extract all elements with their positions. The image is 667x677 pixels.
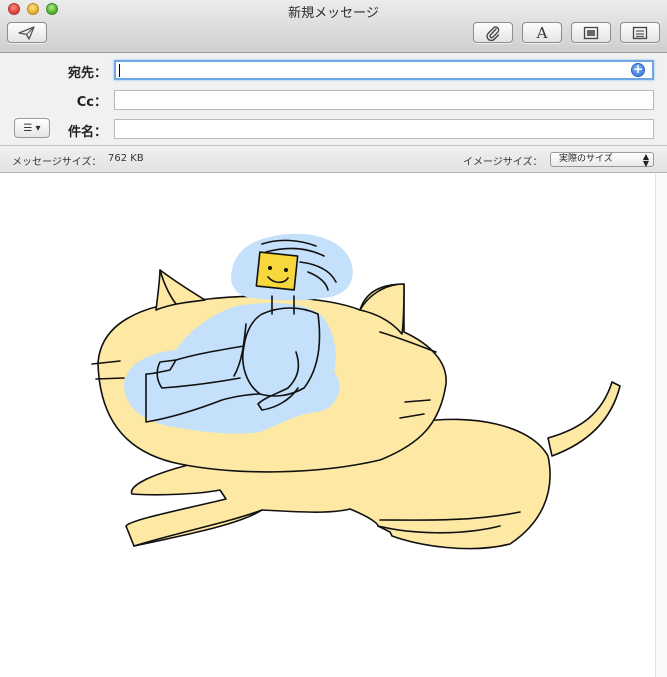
font-icon: A xyxy=(536,23,548,42)
message-header-fields: 宛先： + Cc： ☰ ▾ 件名： xyxy=(0,53,667,145)
message-size-value: 762 KB xyxy=(108,153,144,164)
to-label: 宛先： xyxy=(67,66,107,81)
attached-drawing-image xyxy=(91,233,621,550)
cc-label: Cc： xyxy=(76,95,107,110)
window-titlebar: 新規メッセージ A xyxy=(0,0,667,53)
header-fields-menu-button[interactable]: ☰ ▾ xyxy=(14,118,50,138)
cc-field[interactable] xyxy=(114,90,654,110)
attach-button[interactable] xyxy=(473,22,513,43)
message-body[interactable] xyxy=(0,174,655,677)
text-caret xyxy=(119,64,120,77)
format-bar-icon xyxy=(632,26,648,39)
select-arrows-icon: ▲ ▼ xyxy=(642,152,649,168)
cat-tail xyxy=(547,381,621,457)
figure-head xyxy=(255,251,299,291)
send-icon xyxy=(18,25,35,40)
send-button[interactable] xyxy=(7,22,47,43)
message-size-bar: メッセージサイズ： 762 KB イメージサイズ： 実際のサイズ ▲ ▼ xyxy=(0,145,667,173)
photo-browser-button[interactable] xyxy=(571,22,611,43)
to-field[interactable]: + xyxy=(114,60,654,80)
vertical-scrollbar[interactable] xyxy=(655,174,667,677)
format-bar-button[interactable] xyxy=(620,22,660,43)
window-title: 新規メッセージ xyxy=(288,6,379,21)
photo-browser-icon xyxy=(583,26,599,39)
image-size-select[interactable]: 実際のサイズ ▲ ▼ xyxy=(550,152,654,168)
subject-field[interactable] xyxy=(114,119,654,139)
paperclip-icon xyxy=(486,25,500,41)
list-icon: ☰ ▾ xyxy=(23,122,41,134)
add-contact-icon[interactable]: + xyxy=(631,63,645,77)
message-size-label: メッセージサイズ： xyxy=(12,157,102,168)
image-size-label: イメージサイズ： xyxy=(463,157,543,168)
subject-label: 件名： xyxy=(67,125,107,140)
fonts-button[interactable]: A xyxy=(522,22,562,43)
